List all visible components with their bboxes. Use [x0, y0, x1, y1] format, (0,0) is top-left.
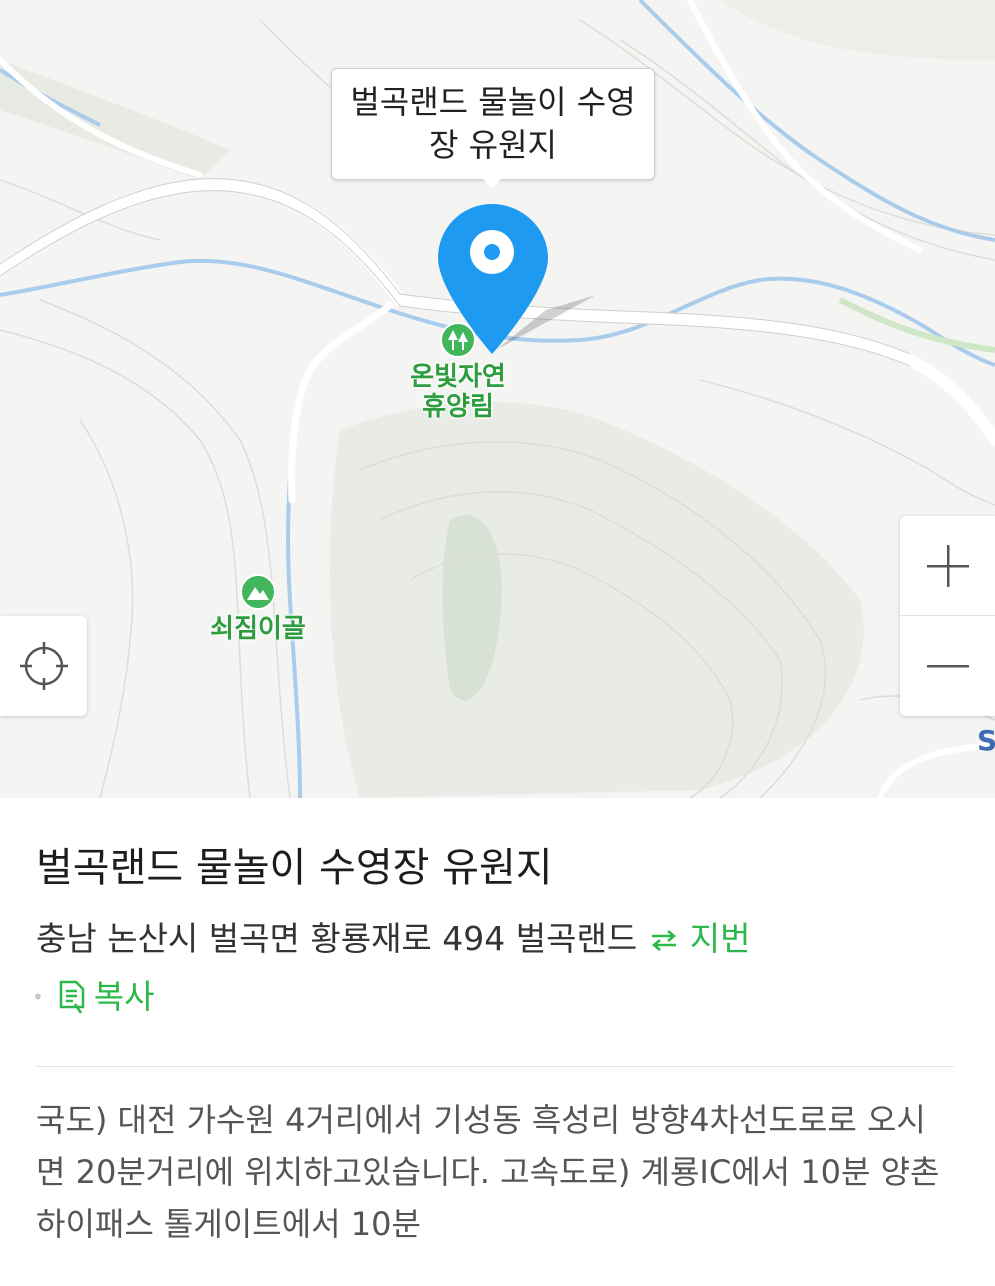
place-info-panel: 벌곡랜드 물놀이 수영장 유원지 충남 논산시 벌곡면 황룡재로 494 벌곡랜… [0, 798, 995, 1286]
road-address: 충남 논산시 벌곡면 황룡재로 494 벌곡랜드 [36, 919, 638, 958]
zoom-out-button[interactable] [900, 616, 995, 715]
zoom-controls [900, 516, 995, 716]
jibun-label: 지번 [689, 919, 751, 958]
mountain-icon [240, 574, 276, 610]
crosshair-icon [19, 642, 68, 690]
copy-icon [59, 980, 85, 1014]
place-callout[interactable]: 벌곡랜드 물놀이 수영장 유원지 [331, 68, 655, 180]
section-divider [36, 1066, 954, 1067]
jibun-toggle-button[interactable]: 지번 [649, 919, 750, 958]
map-view[interactable]: 벌곡랜드 물놀이 수영장 유원지 온빛자연 휴양림 쇠짐이골 S [0, 0, 995, 798]
directions-text: 국도) 대전 가수원 4거리에서 기성동 흑성리 방향4차선도로로 오시면 20… [36, 1101, 940, 1243]
poi-label: 쇠짐이골 [210, 614, 306, 644]
copy-label: 복사 [93, 977, 155, 1016]
swap-arrows-icon [652, 930, 677, 951]
zoom-in-button[interactable] [900, 516, 995, 615]
current-location-button[interactable] [0, 616, 87, 716]
bullet-dot: • [32, 985, 44, 1009]
plus-icon [926, 544, 969, 587]
poi-forest[interactable]: 온빛자연 휴양림 [398, 322, 518, 422]
minus-icon [926, 664, 969, 667]
map-edge-label: S [977, 724, 995, 757]
copy-address-button[interactable]: • 복사 [32, 974, 155, 1020]
place-title: 벌곡랜드 물놀이 수영장 유원지 [36, 845, 553, 891]
forest-icon [440, 322, 476, 358]
callout-tail [482, 178, 502, 188]
callout-label: 벌곡랜드 물놀이 수영장 유원지 [350, 83, 636, 164]
poi-label: 온빛자연 휴양림 [410, 362, 506, 422]
address-row: 충남 논산시 벌곡면 황룡재로 494 벌곡랜드 지번 [36, 916, 750, 962]
poi-mountain[interactable]: 쇠짐이골 [198, 574, 318, 644]
